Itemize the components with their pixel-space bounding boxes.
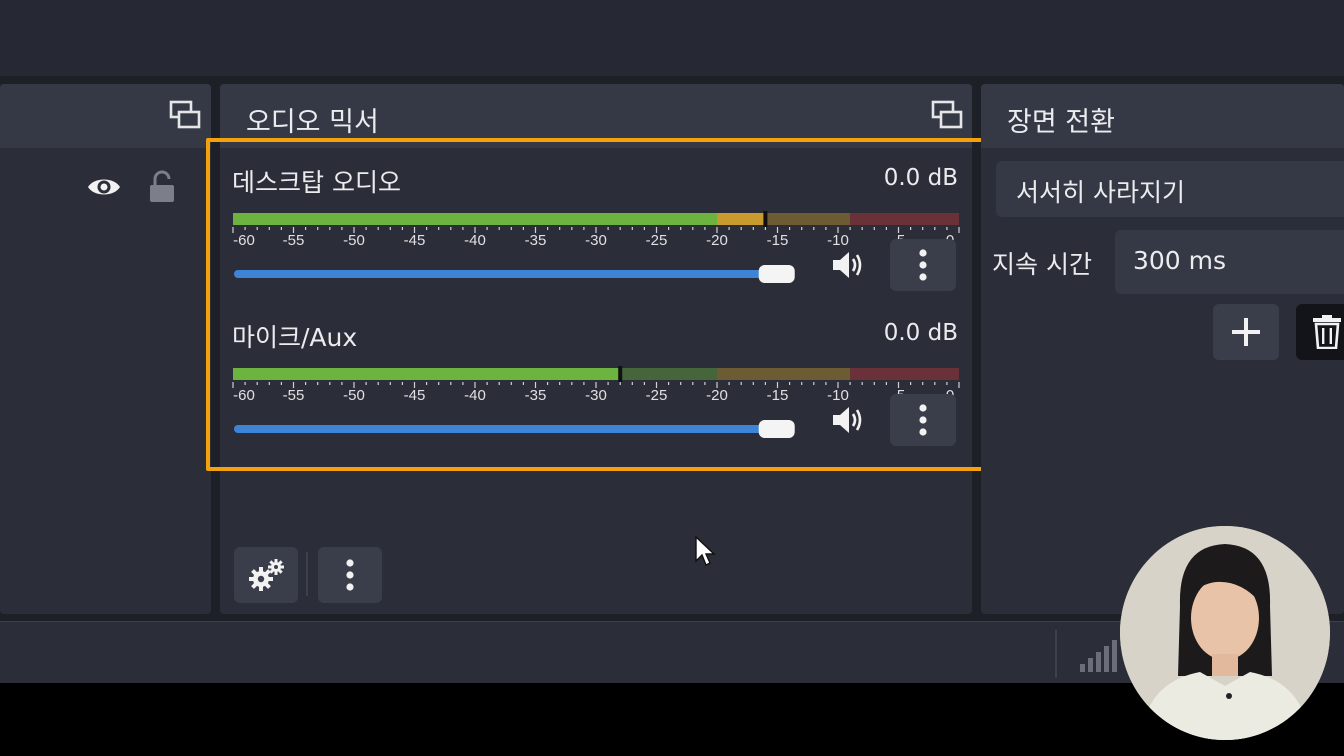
kebab-icon [346, 559, 354, 591]
scene-transitions-title: 장면 전환 [1007, 107, 1115, 138]
status-separator [1055, 630, 1057, 678]
sources-dock [0, 84, 211, 614]
undock-icon[interactable] [930, 99, 964, 133]
signal-icon [1080, 640, 1117, 672]
duration-label: 지속 시간 [992, 250, 1092, 279]
mixer-menu-button[interactable] [318, 547, 382, 603]
scene-transitions-header: 장면 전환 [981, 84, 1344, 148]
webcam-overlay [1120, 526, 1330, 740]
sources-dock-header [0, 84, 211, 148]
undock-icon[interactable] [168, 99, 202, 133]
top-area [0, 0, 1344, 76]
toolbar-separator [306, 552, 308, 596]
mouse-cursor-icon [695, 535, 716, 566]
add-transition-button[interactable] [1213, 304, 1279, 360]
presenter-image [1120, 526, 1330, 740]
mixer-highlight-box [206, 138, 991, 471]
trash-icon [1313, 315, 1341, 349]
remove-transition-button[interactable] [1296, 304, 1344, 360]
duration-input[interactable]: 300 ms [1115, 230, 1344, 294]
gears-icon [249, 559, 284, 591]
eye-icon[interactable] [86, 174, 122, 200]
lock-icon[interactable] [148, 170, 176, 204]
duration-value: 300 ms [1133, 246, 1227, 275]
advanced-audio-settings-button[interactable] [234, 547, 298, 603]
transition-select[interactable]: 서서히 사라지기 [996, 161, 1344, 217]
audio-mixer-title: 오디오 믹서 [246, 107, 379, 138]
transition-selected-value: 서서히 사라지기 [1016, 178, 1185, 207]
plus-icon [1232, 318, 1260, 346]
